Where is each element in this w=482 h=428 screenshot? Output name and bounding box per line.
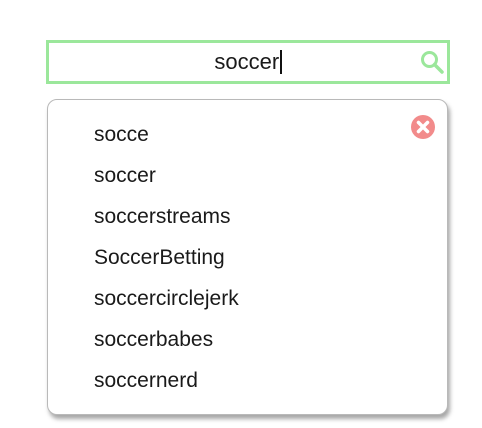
search-icon[interactable] <box>419 49 445 75</box>
text-caret <box>280 50 282 74</box>
search-input[interactable]: soccer <box>49 43 447 81</box>
suggestion-item[interactable]: soccerbabes <box>94 319 239 360</box>
suggestion-item[interactable]: soccerstreams <box>94 196 239 237</box>
suggestion-item[interactable]: soccercirclejerk <box>94 278 239 319</box>
search-input-text: soccer <box>214 49 280 74</box>
suggestions-dropdown: socce soccer soccerstreams SoccerBetting… <box>47 99 448 415</box>
suggestion-item[interactable]: socce <box>94 114 239 155</box>
suggestion-item[interactable]: soccernerd <box>94 360 239 401</box>
close-icon[interactable] <box>410 114 436 140</box>
suggestion-item[interactable]: soccer <box>94 155 239 196</box>
suggestion-list: socce soccer soccerstreams SoccerBetting… <box>94 114 239 401</box>
search-box[interactable]: soccer <box>46 40 450 84</box>
suggestion-item[interactable]: SoccerBetting <box>94 237 239 278</box>
